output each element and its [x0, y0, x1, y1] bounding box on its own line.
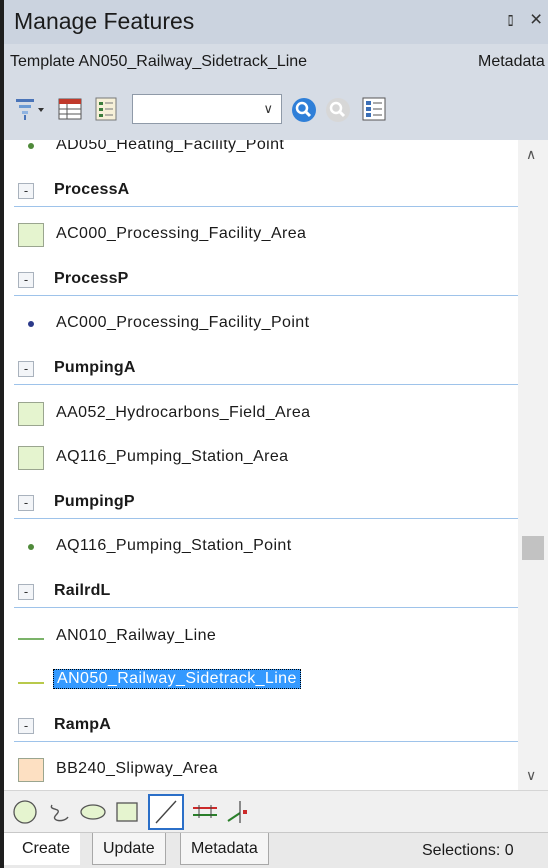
collapse-group-icon[interactable]: -: [18, 494, 34, 511]
group-label: ProcessA: [54, 180, 130, 198]
group-label: RampA: [54, 715, 112, 733]
feature-template-list[interactable]: AD050_Heating_Facility_Point - ProcessA AC0…: [4, 140, 518, 790]
feature-template-item[interactable]: AD050_Heating_Facility_Point: [4, 140, 518, 162]
feature-label: AD050_Heating_Facility_Point: [56, 140, 285, 153]
search-icon[interactable]: [290, 96, 318, 122]
tab-create[interactable]: Create: [4, 833, 81, 865]
template-label: Template AN050_Railway_Sidetrack_Line: [10, 53, 308, 70]
collapse-group-icon[interactable]: -: [18, 584, 34, 600]
parallel-line-tool-icon[interactable]: [190, 797, 220, 827]
group-label: PumpingA: [54, 359, 136, 376]
tab-update[interactable]: Update: [92, 833, 166, 865]
feature-label: AQ116_Pumping_Station_Point: [56, 537, 292, 555]
feature-template-item[interactable]: AQ116_Pumping_Station_Point: [4, 533, 518, 563]
filter-dropdown-icon[interactable]: [14, 96, 44, 122]
group-header[interactable]: - ProcessP: [4, 266, 518, 296]
perpendicular-line-tool-icon[interactable]: [224, 797, 254, 827]
panel-title: Manage Features: [14, 8, 195, 34]
group-divider: [14, 740, 518, 742]
line-symbol-icon: [18, 637, 44, 640]
view-options-icon[interactable]: [360, 96, 388, 122]
group-header[interactable]: - RailrdL: [4, 578, 518, 608]
area-symbol-icon: [18, 401, 44, 426]
circle-tool-icon[interactable]: [10, 797, 40, 827]
feature-label: AN050_Railway_Sidetrack_Line: [53, 669, 301, 690]
feature-template-item[interactable]: AC000_Processing_Facility_Point: [4, 310, 518, 340]
scroll-down-icon[interactable]: ∨: [526, 767, 536, 784]
feature-template-item[interactable]: AN050_Railway_Sidetrack_Line: [4, 667, 518, 697]
vertical-scrollbar[interactable]: ∧ ∨: [518, 140, 548, 790]
group-label: RailrdL: [54, 582, 111, 599]
feature-template-item[interactable]: AA052_Hydrocarbons_Field_Area: [4, 400, 518, 430]
feature-template-item[interactable]: AC000_Processing_Facility_Area: [4, 221, 518, 251]
area-symbol-icon: [18, 223, 44, 248]
point-symbol-icon: [28, 143, 34, 149]
point-symbol-icon: [28, 321, 34, 328]
group-header[interactable]: - PumpingP: [4, 489, 518, 519]
construction-tools: [4, 790, 548, 832]
group-divider: [14, 384, 518, 385]
point-symbol-icon: [28, 544, 34, 551]
pin-icon[interactable]: 𝅚: [508, 10, 513, 31]
group-label: PumpingP: [54, 492, 135, 510]
feature-template-item[interactable]: AN010_Railway_Line: [4, 623, 518, 653]
feature-label: AC000_Processing_Facility_Point: [56, 314, 310, 332]
scroll-thumb[interactable]: [522, 536, 544, 560]
scroll-up-icon[interactable]: ∧: [526, 146, 536, 163]
line-symbol-icon: [18, 682, 44, 685]
collapse-group-icon[interactable]: -: [18, 182, 34, 199]
group-divider: [14, 517, 518, 519]
close-icon[interactable]: ×: [530, 8, 542, 32]
feature-label: AA052_Hydrocarbons_Field_Area: [56, 403, 311, 421]
ellipse-tool-icon[interactable]: [78, 797, 108, 827]
group-header[interactable]: - RampA: [4, 712, 518, 742]
feature-template-item[interactable]: BB240_Slipway_Area: [4, 756, 518, 786]
feature-template-item[interactable]: AQ116_Pumping_Station_Area: [4, 444, 518, 474]
template-bar: Template AN050_Railway_Sidetrack_Line Me…: [4, 44, 548, 82]
area-symbol-icon: [18, 446, 44, 471]
group-divider: [14, 205, 518, 207]
table-icon[interactable]: [56, 96, 84, 122]
group-label: ProcessP: [54, 269, 129, 287]
selections-count: Selections: 0: [422, 842, 514, 859]
group-divider: [14, 607, 518, 608]
feature-label: AQ116_Pumping_Station_Area: [56, 448, 289, 466]
chevron-down-icon[interactable]: ∨: [263, 101, 273, 117]
list-icon[interactable]: [92, 96, 120, 122]
collapse-group-icon[interactable]: -: [18, 271, 34, 288]
tab-bar: Create Update Metadata Selections: 0: [4, 832, 548, 868]
collapse-group-icon[interactable]: -: [18, 361, 34, 377]
group-divider: [14, 294, 518, 296]
feature-label: AN010_Railway_Line: [56, 626, 217, 644]
metadata-link[interactable]: Metadata: [478, 53, 545, 71]
collapse-group-icon[interactable]: -: [18, 717, 34, 734]
tab-metadata[interactable]: Metadata: [180, 833, 269, 865]
group-header[interactable]: - PumpingA: [4, 355, 518, 385]
manage-features-panel: Manage Features 𝅚 × Template AN050_Railw…: [0, 0, 548, 868]
rectangle-tool-icon[interactable]: [112, 797, 142, 827]
line-tool-icon[interactable]: [148, 794, 184, 830]
feature-label: AC000_Processing_Facility_Area: [56, 225, 307, 243]
freehand-tool-icon[interactable]: [44, 797, 74, 827]
group-header[interactable]: - ProcessA: [4, 177, 518, 207]
search-input[interactable]: ∨: [132, 94, 282, 124]
clear-search-icon[interactable]: [324, 96, 352, 122]
title-bar: Manage Features 𝅚 ×: [4, 0, 548, 44]
feature-label: BB240_Slipway_Area: [56, 760, 218, 778]
area-symbol-icon: [18, 758, 44, 783]
toolbar: ∨: [4, 82, 548, 140]
